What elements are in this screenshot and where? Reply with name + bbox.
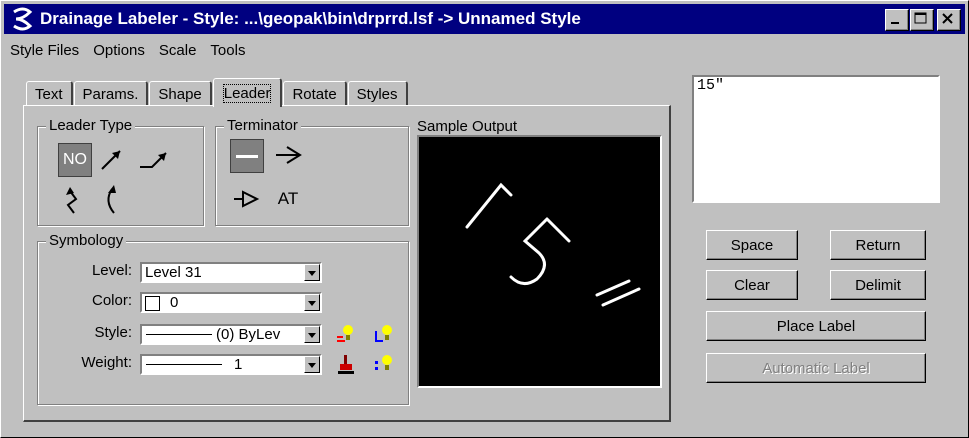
- curved-arrow-icon: [107, 185, 116, 214]
- lightbulb-match-icon: [337, 325, 353, 342]
- level-value: Level 31: [145, 264, 202, 281]
- leader-bent-button[interactable]: [138, 143, 170, 175]
- leader-type-group: Leader Type NO: [37, 117, 204, 226]
- delimit-button[interactable]: Delimit: [830, 270, 926, 300]
- leader-straight-button[interactable]: [96, 143, 128, 175]
- straight-arrow-icon: [101, 150, 121, 170]
- tab-shape[interactable]: Shape: [149, 81, 212, 106]
- line-style-sample: [146, 334, 212, 335]
- tab-text-label: Text: [35, 85, 63, 103]
- chevron-down-icon[interactable]: [304, 264, 320, 281]
- leader-none-button[interactable]: NO: [58, 143, 92, 177]
- symbology-label: Symbology: [46, 232, 127, 249]
- tab-rotate-label: Rotate: [292, 85, 337, 103]
- level-label: Level:: [91, 262, 132, 279]
- style-value: (0) ByLev: [216, 326, 281, 343]
- minimize-button[interactable]: [885, 9, 909, 31]
- menu-tools[interactable]: Tools: [204, 42, 253, 59]
- style-label: Style:: [94, 324, 132, 341]
- sample-output-preview: [417, 135, 662, 388]
- match-weight-button[interactable]: [372, 352, 396, 376]
- no-leader-label: NO: [63, 151, 87, 168]
- geopak-app-icon: [13, 7, 33, 31]
- tab-params[interactable]: Params.: [73, 81, 149, 106]
- sample-output-drawing: [465, 182, 641, 307]
- terminator-open-arrow-button[interactable]: [230, 183, 262, 215]
- color-combo[interactable]: 0: [140, 292, 322, 313]
- menu-bar: Style Files Options Scale Tools: [4, 37, 253, 63]
- symbology-group: Symbology Level: Level 31 Color: 0 Style…: [37, 232, 409, 405]
- open-arrow-icon: [234, 190, 260, 208]
- return-button[interactable]: Return: [830, 230, 926, 260]
- leader-curved-button[interactable]: [96, 183, 128, 215]
- tab-styles-label: Styles: [356, 85, 398, 103]
- squiggle-arrow-icon: [66, 187, 78, 214]
- clear-button[interactable]: Clear: [706, 270, 798, 300]
- space-button[interactable]: Space: [706, 230, 798, 260]
- title-bar[interactable]: Drainage Labeler - Style: ...\geopak\bin…: [4, 4, 965, 34]
- automatic-label-button[interactable]: Automatic Label: [706, 353, 926, 383]
- color-swatch: [145, 295, 160, 311]
- place-label-button[interactable]: Place Label: [706, 311, 926, 341]
- tab-text[interactable]: Text: [26, 81, 73, 106]
- menu-style-files[interactable]: Style Files: [4, 42, 87, 59]
- app-window: Drainage Labeler - Style: ...\geopak\bin…: [0, 0, 969, 438]
- minimize-icon: [891, 22, 899, 24]
- tab-styles[interactable]: Styles: [347, 81, 408, 106]
- lightbulb-weight-icon: [375, 355, 392, 370]
- tab-params-label: Params.: [82, 85, 139, 103]
- arrow-right-icon: [276, 146, 302, 164]
- line-weight-sample: [146, 364, 222, 365]
- chevron-down-icon[interactable]: [304, 326, 320, 343]
- chevron-down-icon[interactable]: [304, 356, 320, 373]
- level-combo[interactable]: Level 31: [140, 262, 322, 283]
- close-icon: [942, 13, 953, 24]
- maximize-button[interactable]: [910, 9, 934, 31]
- leader-squiggle-button[interactable]: [58, 183, 90, 215]
- weight-value: 1: [234, 356, 243, 373]
- at-label: AT: [277, 189, 299, 208]
- chevron-down-icon[interactable]: [304, 294, 320, 311]
- weight-label: Weight:: [81, 354, 132, 371]
- weight-combo[interactable]: 1: [140, 354, 322, 375]
- label-text-input[interactable]: 15": [692, 75, 940, 203]
- style-combo[interactable]: (0) ByLev: [140, 324, 322, 345]
- match-level-button[interactable]: [372, 322, 396, 346]
- dash-icon: [236, 155, 258, 158]
- close-button[interactable]: [937, 9, 961, 31]
- menu-scale[interactable]: Scale: [153, 42, 205, 59]
- color-value: 0: [170, 294, 179, 311]
- leader-type-label: Leader Type: [46, 117, 136, 134]
- terminator-label: Terminator: [224, 117, 301, 134]
- terminator-arrow-button[interactable]: [272, 139, 304, 171]
- paint-symbology-button[interactable]: [334, 352, 358, 376]
- tab-strip: Text Params. Shape Leader Rotate Styles: [26, 78, 409, 107]
- tab-leader[interactable]: Leader: [212, 78, 283, 107]
- color-label: Color:: [91, 292, 132, 309]
- lightbulb-level-icon: [375, 325, 392, 342]
- terminator-none-button[interactable]: [230, 139, 264, 173]
- paintbrush-icon: [338, 355, 354, 374]
- window-title: Drainage Labeler - Style: ...\geopak\bin…: [40, 9, 581, 28]
- match-element-button[interactable]: [334, 322, 358, 346]
- tab-rotate[interactable]: Rotate: [283, 81, 347, 106]
- sample-output-label: Sample Output: [417, 118, 518, 135]
- tab-shape-label: Shape: [158, 85, 202, 103]
- maximize-icon: [914, 12, 927, 24]
- tab-leader-label: Leader: [222, 83, 272, 103]
- bent-arrow-icon: [140, 152, 167, 168]
- terminator-group: Terminator AT: [215, 117, 409, 226]
- menu-options[interactable]: Options: [87, 42, 153, 59]
- terminator-at-button[interactable]: AT: [272, 183, 304, 215]
